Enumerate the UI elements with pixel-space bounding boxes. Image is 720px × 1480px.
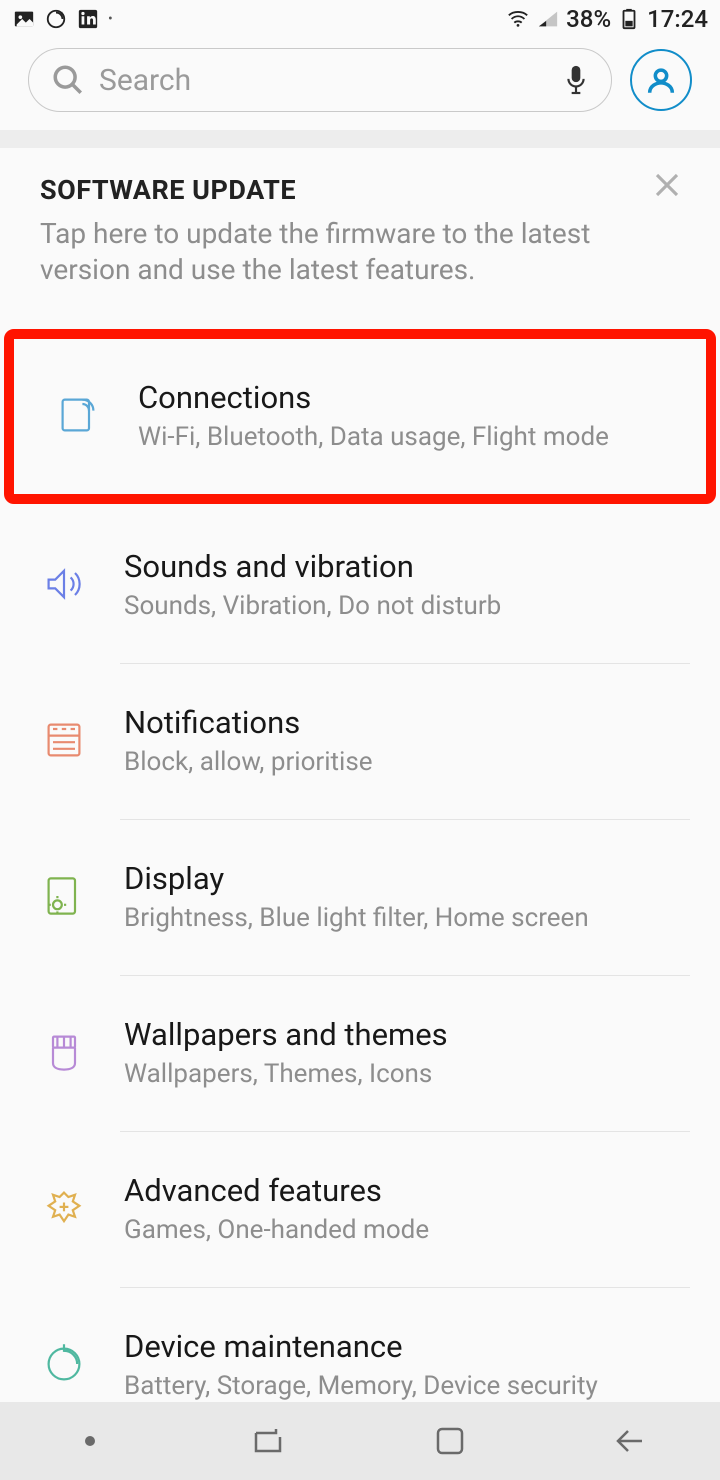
software-update-desc: Tap here to update the firmware to the l… <box>40 216 600 289</box>
item-subtitle: Wi-Fi, Bluetooth, Data usage, Flight mod… <box>138 422 676 452</box>
item-subtitle: Games, One-handed mode <box>124 1215 690 1245</box>
settings-item-maintenance[interactable]: Device maintenance Battery, Storage, Mem… <box>0 1288 720 1402</box>
item-title: Connections <box>138 379 676 416</box>
item-title: Wallpapers and themes <box>124 1016 690 1053</box>
mic-icon[interactable] <box>563 63 589 97</box>
item-title: Device maintenance <box>124 1328 690 1365</box>
item-subtitle: Wallpapers, Themes, Icons <box>124 1059 690 1089</box>
item-title: Display <box>124 860 690 897</box>
section-divider <box>0 130 720 148</box>
battery-percent: 38% <box>566 5 611 33</box>
close-icon[interactable] <box>652 170 686 204</box>
highlight-box: Connections Wi-Fi, Bluetooth, Data usage… <box>4 329 716 504</box>
connections-icon <box>52 389 104 441</box>
status-bar: • 38% 17:24 <box>0 0 720 38</box>
settings-item-sounds[interactable]: Sounds and vibration Sounds, Vibration, … <box>0 508 720 663</box>
nav-dot <box>45 1416 135 1466</box>
signal-icon <box>536 7 560 31</box>
sounds-icon <box>38 558 90 610</box>
maintenance-icon <box>38 1338 90 1390</box>
search-placeholder: Search <box>99 63 549 98</box>
profile-button[interactable] <box>630 49 692 111</box>
settings-item-display[interactable]: Display Brightness, Blue light filter, H… <box>0 820 720 975</box>
back-button[interactable] <box>585 1416 675 1466</box>
search-row: Search <box>0 38 720 130</box>
item-subtitle: Sounds, Vibration, Do not disturb <box>124 591 690 621</box>
settings-item-wallpapers[interactable]: Wallpapers and themes Wallpapers, Themes… <box>0 976 720 1131</box>
gallery-icon <box>12 7 36 31</box>
item-title: Notifications <box>124 704 690 741</box>
item-title: Advanced features <box>124 1172 690 1209</box>
display-icon <box>38 870 90 922</box>
item-subtitle: Battery, Storage, Memory, Device securit… <box>124 1371 690 1401</box>
navigation-bar <box>0 1402 720 1480</box>
linkedin-icon <box>76 7 100 31</box>
notifications-icon <box>38 714 90 766</box>
settings-item-connections[interactable]: Connections Wi-Fi, Bluetooth, Data usage… <box>14 339 706 494</box>
software-update-title: SOFTWARE UPDATE <box>40 174 680 206</box>
more-notifications-dot: • <box>108 11 113 27</box>
software-update-card[interactable]: SOFTWARE UPDATE Tap here to update the f… <box>0 148 720 317</box>
wifi-icon <box>506 7 530 31</box>
status-right: 38% 17:24 <box>506 5 708 33</box>
item-subtitle: Block, allow, prioritise <box>124 747 690 777</box>
sync-icon <box>44 7 68 31</box>
home-button[interactable] <box>405 1416 495 1466</box>
recents-button[interactable] <box>225 1416 315 1466</box>
advanced-icon <box>38 1182 90 1234</box>
clock-time: 17:24 <box>647 5 708 33</box>
item-subtitle: Brightness, Blue light filter, Home scre… <box>124 903 690 933</box>
settings-item-notifications[interactable]: Notifications Block, allow, prioritise <box>0 664 720 819</box>
settings-item-advanced[interactable]: Advanced features Games, One-handed mode <box>0 1132 720 1287</box>
status-left: • <box>12 7 113 31</box>
battery-icon <box>617 7 641 31</box>
wallpapers-icon <box>38 1026 90 1078</box>
search-icon <box>51 63 85 97</box>
search-field[interactable]: Search <box>28 48 612 112</box>
item-title: Sounds and vibration <box>124 548 690 585</box>
